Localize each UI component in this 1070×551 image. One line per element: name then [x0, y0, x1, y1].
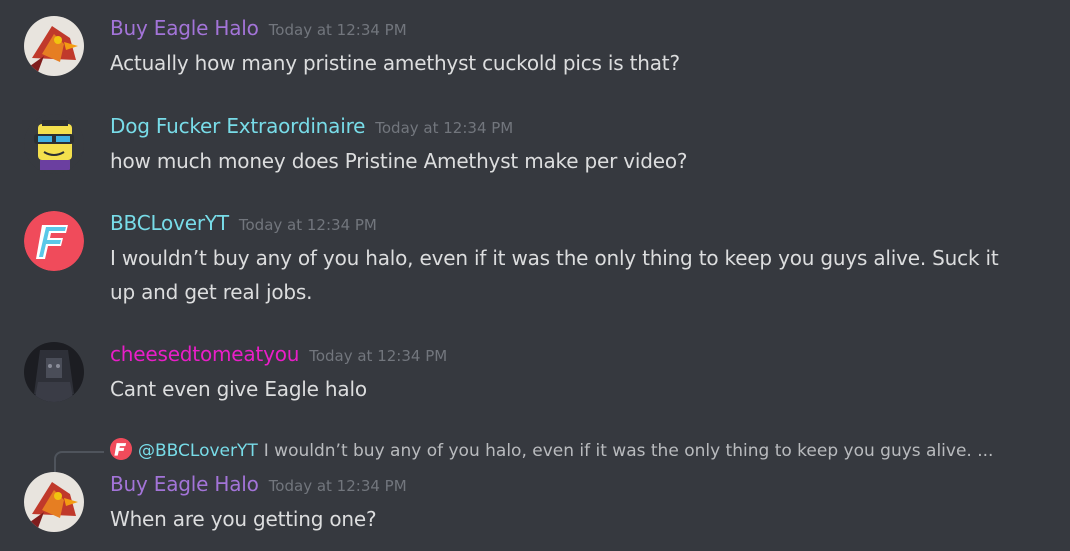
timestamp: Today at 12:34 PM: [238, 216, 377, 234]
f-logo-avatar-icon[interactable]: [24, 211, 84, 271]
username[interactable]: cheesedtomeatyou: [110, 342, 299, 366]
message-text: Actually how many pristine amethyst cuck…: [110, 51, 680, 75]
username[interactable]: Buy Eagle Halo: [110, 472, 259, 496]
username[interactable]: Buy Eagle Halo: [110, 16, 259, 40]
f-logo-avatar-icon: [110, 438, 132, 460]
reply-connector: [54, 451, 104, 473]
dark-avatar-icon[interactable]: [24, 342, 84, 402]
timestamp: Today at 12:34 PM: [268, 477, 407, 495]
sponge-avatar-icon[interactable]: [24, 114, 84, 174]
timestamp: Today at 12:34 PM: [268, 21, 407, 39]
message-text: When are you getting one?: [110, 507, 377, 531]
timestamp: Today at 12:34 PM: [375, 119, 514, 137]
reply-reference[interactable]: @BBCLoverYT I wouldn’t buy any of you hal…: [110, 438, 993, 461]
message-text: how much money does Pristine Amethyst ma…: [110, 149, 688, 173]
username[interactable]: Dog Fucker Extraordinaire: [110, 114, 365, 138]
username[interactable]: BBCLoverYT: [110, 211, 229, 235]
timestamp: Today at 12:34 PM: [309, 347, 448, 365]
message-text: I wouldn’t buy any of you halo, even if …: [110, 246, 999, 304]
message-text: Cant even give Eagle halo: [110, 377, 367, 401]
eagle-avatar-icon[interactable]: [24, 472, 84, 532]
reply-mention[interactable]: @BBCLoverYT: [138, 441, 258, 461]
reply-preview[interactable]: I wouldn’t buy any of you halo, even if …: [264, 441, 994, 461]
eagle-avatar-icon[interactable]: [24, 16, 84, 76]
